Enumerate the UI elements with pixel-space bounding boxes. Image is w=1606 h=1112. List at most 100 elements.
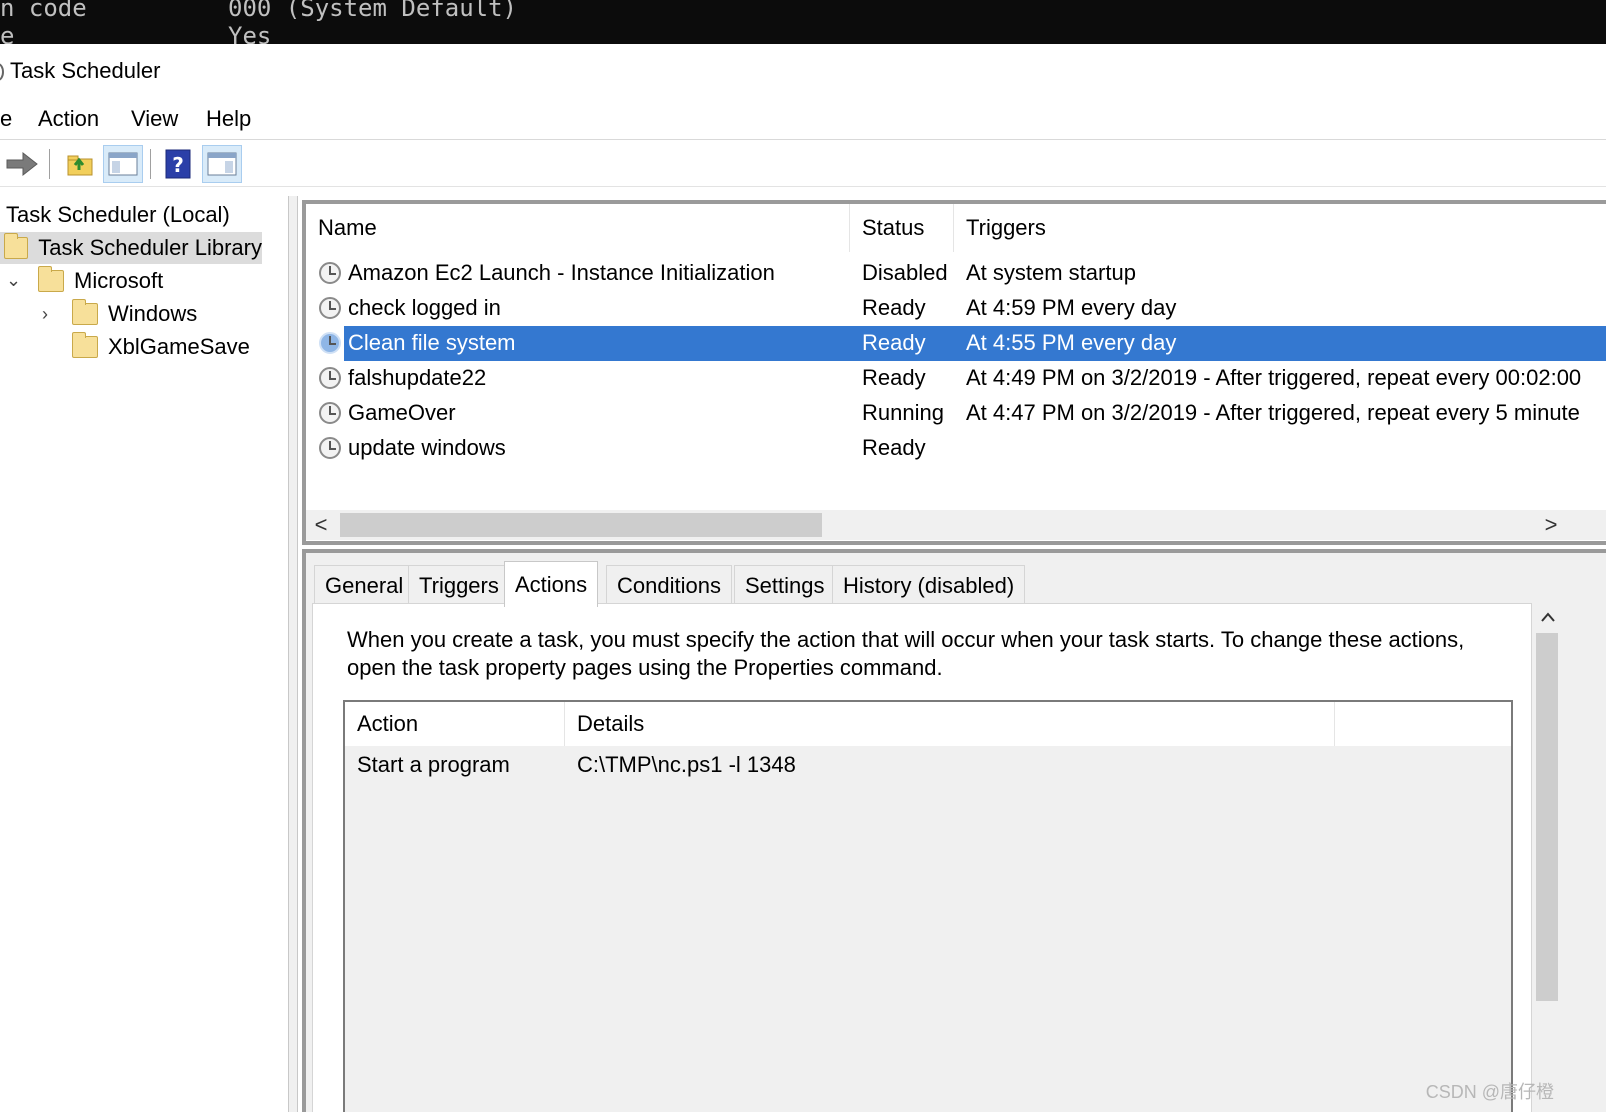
- up-folder-button[interactable]: [60, 145, 100, 183]
- console-line-2-right: Yes: [228, 22, 272, 44]
- title-bar: Task Scheduler: [0, 44, 1606, 100]
- console-line-1-right: 000 (System Default): [228, 0, 517, 22]
- task-trigger: At 4:59 PM every day: [966, 295, 1177, 320]
- console-tree-icon: [108, 152, 138, 176]
- scrollbar-thumb[interactable]: [340, 513, 822, 537]
- action-type[interactable]: Start a program: [357, 752, 510, 778]
- task-status: Ready: [862, 435, 926, 460]
- toolbar-separator: [150, 149, 151, 179]
- console-tree: Task Scheduler (Local) Task Scheduler Li…: [0, 196, 290, 1112]
- forward-arrow-icon: [6, 151, 38, 177]
- tree-item-label: Microsoft: [74, 268, 164, 293]
- tree-item-library[interactable]: Task Scheduler Library: [0, 232, 262, 264]
- scroll-left-button[interactable]: <: [306, 510, 336, 540]
- task-name: GameOver: [348, 400, 456, 425]
- tree-item-xblgamesave[interactable]: XblGameSave: [72, 331, 250, 363]
- watermark: CSDN @唐仔橙: [1425, 1082, 1554, 1102]
- show-console-tree-button[interactable]: [103, 145, 143, 183]
- tree-item-microsoft[interactable]: Microsoft: [38, 265, 163, 297]
- column-header-action[interactable]: Action: [345, 702, 565, 746]
- task-row[interactable]: falshupdate22 Ready At 4:49 PM on 3/2/20…: [306, 361, 1606, 396]
- task-row[interactable]: check logged in Ready At 4:59 PM every d…: [306, 291, 1606, 326]
- console-line-1-left: n code: [0, 0, 87, 22]
- task-clock-icon: [319, 262, 341, 284]
- tree-item-windows[interactable]: Windows: [72, 298, 197, 330]
- svg-text:?: ?: [172, 153, 184, 177]
- task-name: Clean file system: [348, 330, 516, 355]
- task-name: falshupdate22: [348, 365, 487, 390]
- open-folder-icon: [67, 155, 93, 176]
- window-title: Task Scheduler: [10, 58, 161, 83]
- menu-action[interactable]: Action: [38, 106, 99, 132]
- tree-item-local[interactable]: Task Scheduler (Local): [6, 199, 230, 231]
- tree-item-label: Task Scheduler Library: [38, 235, 262, 260]
- tree-item-label: XblGameSave: [108, 334, 250, 359]
- tab-history[interactable]: History (disabled): [832, 565, 1026, 605]
- console-window-strip: n code 000 (System Default) e Yes: [0, 0, 1606, 44]
- tab-conditions[interactable]: Conditions: [606, 565, 732, 605]
- toolbar-separator: [49, 149, 50, 179]
- task-row[interactable]: GameOver Running At 4:47 PM on 3/2/2019 …: [306, 396, 1606, 431]
- show-action-pane-button[interactable]: [202, 145, 242, 183]
- task-row[interactable]: update windows Ready: [306, 431, 1606, 466]
- task-clock-icon: [319, 332, 341, 354]
- task-status: Ready: [862, 295, 926, 320]
- column-header-triggers[interactable]: Triggers: [954, 204, 1606, 252]
- folder-icon: [72, 299, 98, 325]
- column-header-details[interactable]: Details: [565, 702, 1335, 746]
- scrollbar-thumb[interactable]: [1536, 633, 1558, 1001]
- tab-general[interactable]: General: [314, 565, 415, 605]
- task-status: Running: [862, 400, 944, 425]
- chevron-up-icon: [1541, 612, 1555, 622]
- menu-help[interactable]: Help: [206, 106, 251, 132]
- task-name: update windows: [348, 435, 506, 460]
- console-line-2-left: e: [0, 22, 15, 44]
- help-button[interactable]: ?: [158, 145, 198, 183]
- help-icon: ?: [165, 149, 191, 179]
- actions-tab-content: When you create a task, you must specify…: [312, 603, 1532, 1112]
- task-detail-pane: General Triggers Actions Conditions Sett…: [302, 549, 1606, 1112]
- action-details[interactable]: C:\TMP\nc.ps1 -l 1348: [577, 752, 796, 778]
- tab-triggers[interactable]: Triggers: [408, 565, 510, 605]
- task-status: Disabled: [862, 260, 948, 285]
- chevron-down-icon[interactable]: ⌄: [6, 270, 21, 291]
- task-row-selected[interactable]: Clean file system Ready At 4:55 PM every…: [306, 326, 1606, 361]
- tree-item-label: Windows: [108, 301, 198, 326]
- task-name: Amazon Ec2 Launch - Instance Initializat…: [348, 260, 775, 285]
- task-clock-icon: [319, 437, 341, 459]
- task-list: Name Status Triggers Amazon Ec2 Launch -…: [302, 200, 1606, 545]
- vertical-scrollbar[interactable]: [1532, 603, 1564, 1112]
- toolbar: ?: [0, 141, 1606, 187]
- chevron-right-icon[interactable]: ›: [42, 304, 48, 325]
- menu-view[interactable]: View: [131, 106, 178, 132]
- task-trigger: At system startup: [966, 260, 1136, 285]
- scroll-right-button[interactable]: >: [1536, 510, 1566, 540]
- task-trigger: At 4:55 PM every day: [966, 330, 1177, 355]
- column-header-name[interactable]: Name: [306, 204, 850, 252]
- scheduler-folder-icon: [4, 233, 29, 259]
- task-clock-icon: [319, 297, 341, 319]
- menu-bar: e Action View Help: [0, 100, 1606, 140]
- task-status: Ready: [862, 365, 926, 390]
- menu-file[interactable]: e: [0, 106, 12, 132]
- task-name: check logged in: [348, 295, 501, 320]
- action-pane-icon: [207, 152, 237, 176]
- actions-table-header: Action Details: [345, 702, 1511, 746]
- tree-item-label: Task Scheduler (Local): [6, 202, 230, 227]
- folder-icon: [38, 266, 64, 292]
- forward-button[interactable]: [2, 145, 42, 183]
- tab-settings[interactable]: Settings: [734, 565, 836, 605]
- actions-table: Action Details Start a program C:\TMP\nc…: [343, 700, 1513, 1112]
- pane-splitter[interactable]: [288, 196, 298, 1112]
- scroll-up-button[interactable]: [1532, 603, 1564, 631]
- app-icon: [0, 63, 4, 81]
- task-status: Ready: [862, 330, 926, 355]
- task-trigger: At 4:47 PM on 3/2/2019 - After triggered…: [966, 400, 1580, 425]
- tab-actions[interactable]: Actions: [504, 561, 599, 607]
- task-clock-icon: [319, 367, 341, 389]
- task-trigger: At 4:49 PM on 3/2/2019 - After triggered…: [966, 365, 1582, 390]
- horizontal-scrollbar[interactable]: < >: [306, 510, 1606, 540]
- column-header-status[interactable]: Status: [850, 204, 954, 252]
- folder-icon: [72, 332, 98, 358]
- task-row[interactable]: Amazon Ec2 Launch - Instance Initializat…: [306, 256, 1606, 291]
